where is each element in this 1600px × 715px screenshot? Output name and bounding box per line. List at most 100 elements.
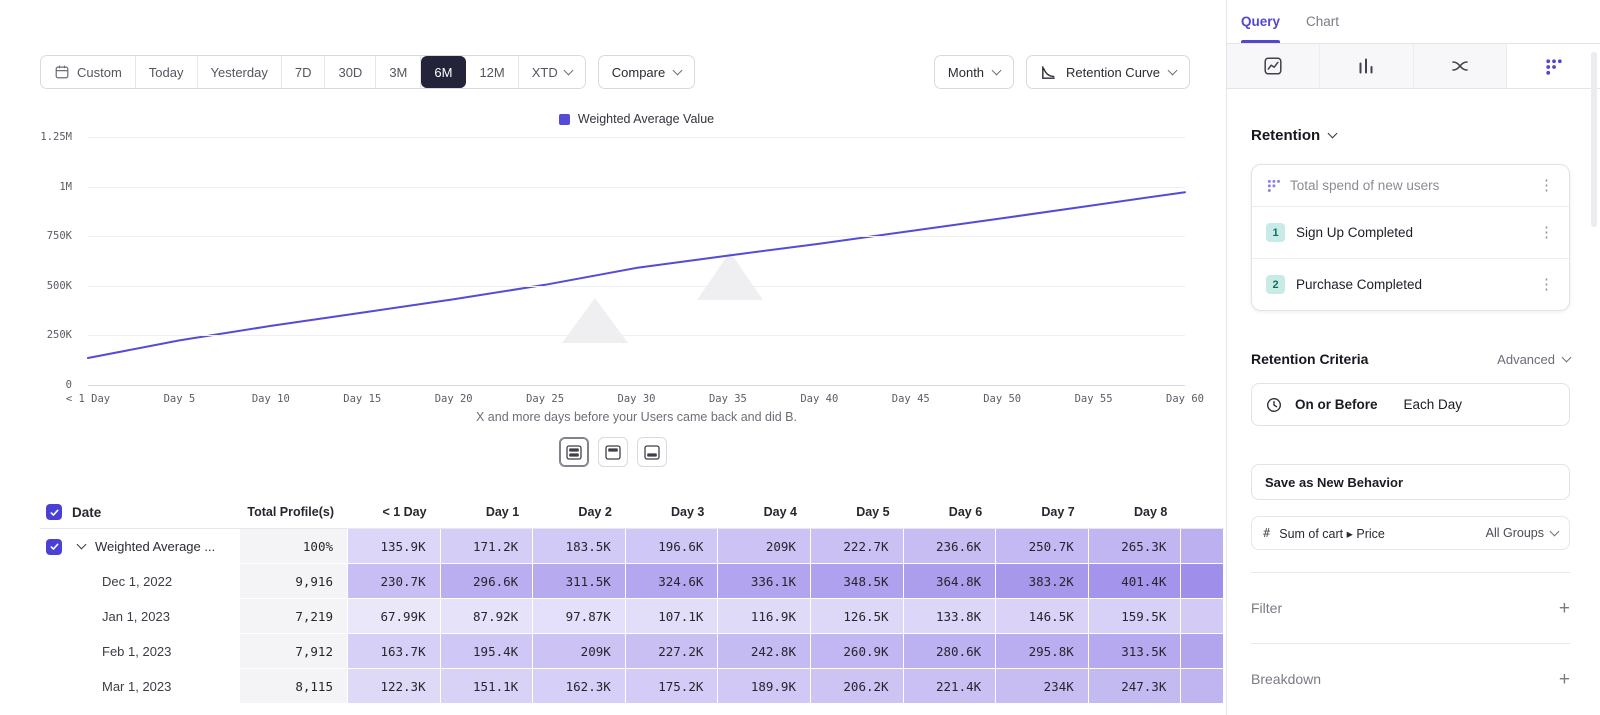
value-cell[interactable]: 336.1K	[718, 564, 811, 599]
value-cell[interactable]: 67.99K	[348, 599, 441, 634]
save-as-new-behavior-button[interactable]: Save as New Behavior	[1251, 464, 1570, 500]
report-funnels-tab[interactable]	[1320, 44, 1413, 88]
granularity-button[interactable]: Month	[934, 55, 1014, 89]
value-cell[interactable]: 234K	[996, 669, 1089, 704]
range-custom[interactable]: Custom	[41, 56, 136, 88]
value-cell[interactable]: 364.8K	[904, 564, 997, 599]
value-cell[interactable]: 97.87K	[533, 599, 626, 634]
value-cell[interactable]: 209K	[718, 529, 811, 564]
table-row[interactable]: Feb 1, 20237,912163.7K195.4K209K227.2K24…	[40, 634, 1224, 669]
kebab-menu-icon[interactable]: ⋮	[1536, 225, 1557, 240]
kebab-menu-icon[interactable]: ⋮	[1536, 277, 1557, 292]
add-filter-button[interactable]: +	[1559, 599, 1570, 618]
gridline	[88, 286, 1185, 287]
measure-row[interactable]: # Sum of cart ▸ Price All Groups	[1251, 516, 1570, 550]
report-insights-tab[interactable]	[1227, 44, 1320, 88]
behavior-title-row[interactable]: Total spend of new users ⋮	[1252, 165, 1569, 206]
value-cell[interactable]: 133.8K	[904, 599, 997, 634]
all-groups-dropdown[interactable]: All Groups	[1486, 526, 1558, 540]
value-cell[interactable]: 236.6K	[904, 529, 997, 564]
report-flows-tab[interactable]	[1414, 44, 1507, 88]
advanced-dropdown[interactable]: Advanced	[1497, 352, 1570, 367]
value-cell[interactable]: 107.1K	[626, 599, 719, 634]
value-cell[interactable]: 163.7K	[348, 634, 441, 669]
table-header-cell: Day 2	[533, 496, 626, 528]
chart-legend[interactable]: Weighted Average Value	[88, 112, 1185, 126]
tab-query[interactable]: Query	[1241, 0, 1280, 43]
value-cell[interactable]: 162.3K	[533, 669, 626, 704]
table-header-cell: Day 6	[904, 496, 997, 528]
value-cell[interactable]: 206.2K	[811, 669, 904, 704]
value-cell[interactable]: 159.5K	[1089, 599, 1182, 634]
value-cell[interactable]: 151.1K	[441, 669, 534, 704]
measure-property-label[interactable]: Sum of cart ▸ Price	[1279, 526, 1385, 541]
table-row[interactable]: Mar 1, 20238,115122.3K151.1K162.3K175.2K…	[40, 669, 1224, 704]
layout-chart-view-button[interactable]	[598, 437, 628, 467]
layout-table-view-button[interactable]	[637, 437, 667, 467]
value-cell[interactable]: 196.6K	[626, 529, 719, 564]
frequency-select[interactable]: Each Day	[1404, 397, 1463, 412]
value-cell[interactable]: 247.3K	[1089, 669, 1182, 704]
value-cell[interactable]: 296.6K	[441, 564, 534, 599]
range-xtd[interactable]: XTD	[519, 56, 585, 88]
chart-type-button[interactable]: Retention Curve	[1026, 55, 1190, 89]
value-cell[interactable]: 189.9K	[718, 669, 811, 704]
range-30d[interactable]: 30D	[325, 56, 376, 88]
range-12m[interactable]: 12M	[466, 56, 518, 88]
value-cell[interactable]: 265.3K	[1089, 529, 1182, 564]
total-cell: 8,115	[240, 669, 348, 704]
value-cell[interactable]: 175.2K	[626, 669, 719, 704]
value-cell[interactable]: 222.7K	[811, 529, 904, 564]
add-breakdown-button[interactable]: +	[1559, 670, 1570, 689]
layout-split-view-button[interactable]	[559, 437, 589, 467]
range-3m[interactable]: 3M	[376, 56, 421, 88]
value-cell[interactable]: 221.4K	[904, 669, 997, 704]
value-cell[interactable]: 242.8K	[718, 634, 811, 669]
behavior-step-2[interactable]: 2 Purchase Completed ⋮	[1252, 258, 1569, 310]
range-yesterday[interactable]: Yesterday	[198, 56, 282, 88]
value-cell[interactable]: 183.5K	[533, 529, 626, 564]
row-checkbox[interactable]	[46, 539, 62, 555]
value-cell[interactable]: 135.9K	[348, 529, 441, 564]
value-cell[interactable]: 87.92K	[441, 599, 534, 634]
sidebar-content: Retention Total spend of new users ⋮ 1	[1227, 127, 1600, 714]
value-cell[interactable]: 383.2K	[996, 564, 1089, 599]
query-sidebar: Query Chart	[1226, 0, 1600, 715]
table-row[interactable]: Weighted Average ...100%135.9K171.2K183.…	[40, 529, 1224, 564]
value-cell[interactable]: 324.6K	[626, 564, 719, 599]
value-cell[interactable]: 126.5K	[811, 599, 904, 634]
value-cell[interactable]: 348.5K	[811, 564, 904, 599]
timing-select[interactable]: On or Before	[1295, 397, 1378, 412]
range-today[interactable]: Today	[136, 56, 198, 88]
row-label: Feb 1, 2023	[102, 644, 171, 659]
kebab-menu-icon[interactable]: ⋮	[1536, 178, 1557, 193]
table-row[interactable]: Dec 1, 20229,916230.7K296.6K311.5K324.6K…	[40, 564, 1224, 599]
tab-chart[interactable]: Chart	[1306, 0, 1339, 43]
value-cell[interactable]: 209K	[533, 634, 626, 669]
value-cell[interactable]: 146.5K	[996, 599, 1089, 634]
value-cell[interactable]: 313.5K	[1089, 634, 1182, 669]
value-cell[interactable]: 122.3K	[348, 669, 441, 704]
range-7d[interactable]: 7D	[282, 56, 326, 88]
sidebar-scrollbar[interactable]	[1591, 52, 1597, 227]
range-6m[interactable]: 6M	[421, 56, 466, 88]
retention-dropdown[interactable]: Retention	[1251, 127, 1570, 144]
expand-chevron-icon[interactable]	[77, 540, 87, 550]
value-cell[interactable]: 260.9K	[811, 634, 904, 669]
value-cell[interactable]: 311.5K	[533, 564, 626, 599]
value-cell[interactable]: 171.2K	[441, 529, 534, 564]
behavior-step-1[interactable]: 1 Sign Up Completed ⋮	[1252, 206, 1569, 258]
value-cell[interactable]: 116.9K	[718, 599, 811, 634]
value-cell[interactable]: 280.6K	[904, 634, 997, 669]
report-retention-tab[interactable]	[1507, 44, 1600, 88]
value-cell[interactable]: 401.4K	[1089, 564, 1182, 599]
number-property-icon: #	[1263, 526, 1270, 540]
compare-button[interactable]: Compare	[598, 55, 695, 89]
value-cell[interactable]: 250.7K	[996, 529, 1089, 564]
value-cell[interactable]: 227.2K	[626, 634, 719, 669]
value-cell[interactable]: 230.7K	[348, 564, 441, 599]
table-row[interactable]: Jan 1, 20237,21967.99K87.92K97.87K107.1K…	[40, 599, 1224, 634]
value-cell[interactable]: 195.4K	[441, 634, 534, 669]
header-checkbox[interactable]	[46, 504, 62, 520]
value-cell[interactable]: 295.8K	[996, 634, 1089, 669]
